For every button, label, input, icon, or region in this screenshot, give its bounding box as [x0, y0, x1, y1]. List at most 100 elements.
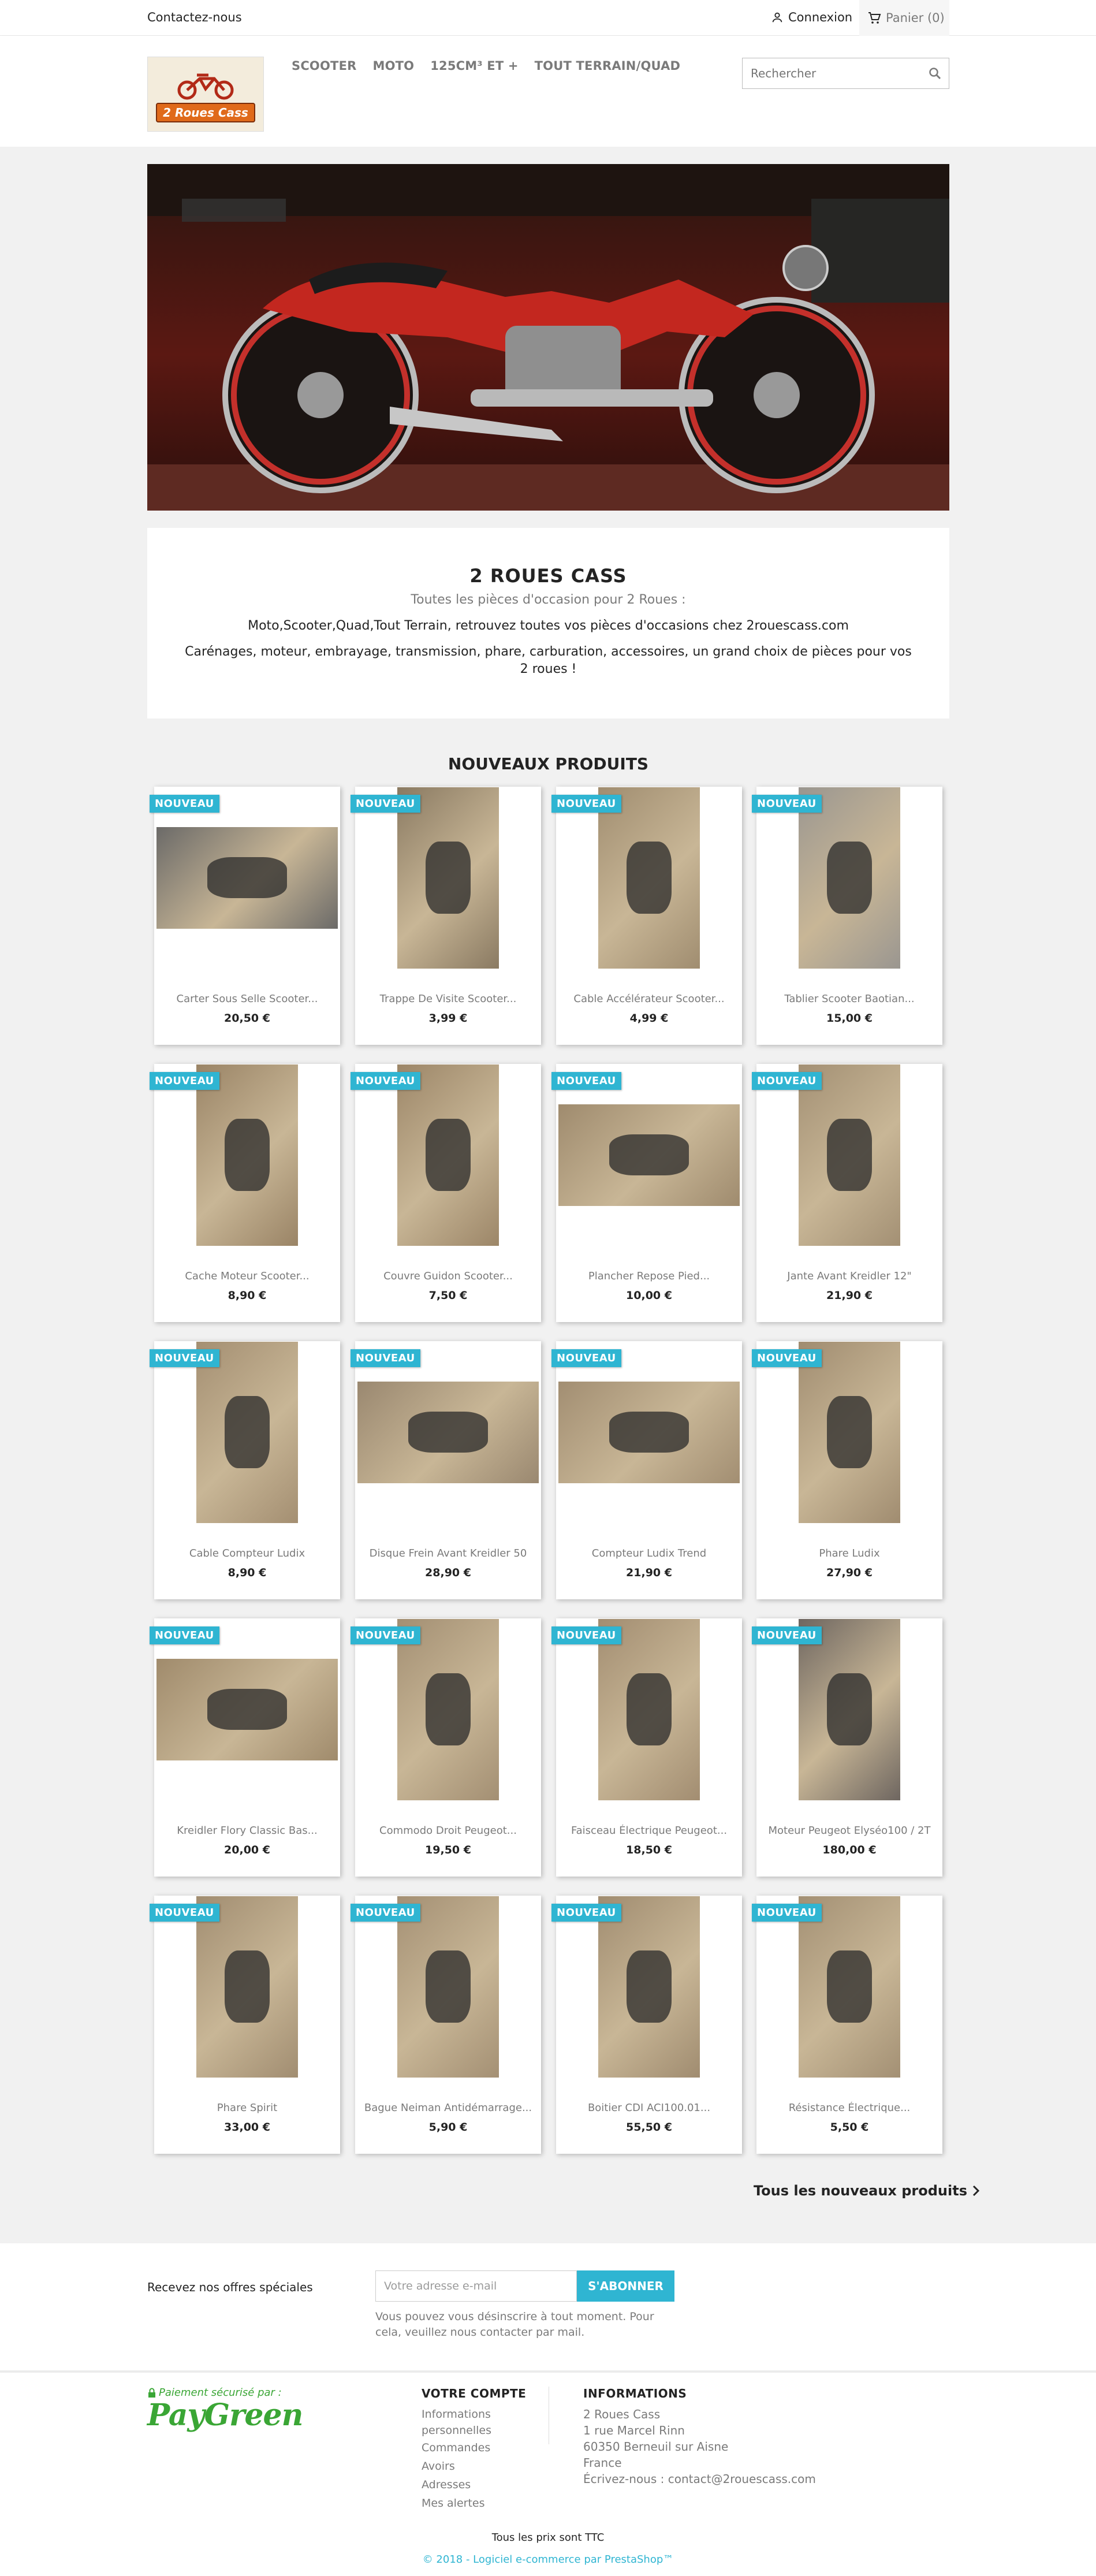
product-image[interactable]	[154, 1896, 340, 2078]
product-image[interactable]	[756, 787, 942, 969]
product-name[interactable]: Cable Compteur Ludix	[160, 1547, 334, 1559]
product-name[interactable]: Cable Accélérateur Scooter...	[562, 993, 736, 1005]
product-price: 33,00 €	[224, 2121, 270, 2134]
product-photo	[799, 1341, 900, 1523]
account-link-credits[interactable]: Avoirs	[422, 2457, 526, 2476]
intro-subtitle: Toutes les pièces d'occasion pour 2 Roue…	[411, 593, 686, 607]
info-title: INFORMATIONS	[583, 2387, 687, 2400]
product-card[interactable]: NOUVEAU Commodo Droit Peugeot... 19,50 €	[351, 1618, 541, 1877]
product-name[interactable]: Disque Frein Avant Kreidler 50	[361, 1547, 535, 1559]
site-logo[interactable]: 2 Roues Cass	[147, 57, 264, 132]
product-name[interactable]: Carter Sous Selle Scooter...	[160, 993, 334, 1005]
product-card[interactable]: NOUVEAU Kreidler Flory Classic Bas... 20,0…	[150, 1618, 340, 1877]
product-card[interactable]: NOUVEAU Phare Spirit 33,00 €	[150, 1896, 340, 2154]
product-price: 21,90 €	[826, 1289, 873, 1302]
subscribe-button[interactable]: S'ABONNER	[577, 2270, 674, 2302]
product-price: 21,90 €	[626, 1566, 672, 1579]
menu-item-125cm3[interactable]: 125CM³ ET +	[430, 59, 518, 73]
account-link-info[interactable]: Informations personnelles	[422, 2406, 514, 2439]
new-badge: NOUVEAU	[551, 1626, 621, 1644]
product-card[interactable]: NOUVEAU Cache Moteur Scooter... 8,90 €	[150, 1064, 340, 1322]
product-card[interactable]: NOUVEAU Bague Neiman Antidémarrage... 5,90…	[351, 1896, 541, 2154]
product-card[interactable]: NOUVEAU Couvre Guidon Scooter... 7,50 €	[351, 1064, 541, 1322]
product-card[interactable]: NOUVEAU Carter Sous Selle Scooter... 20,50…	[150, 787, 340, 1045]
product-image[interactable]	[355, 1618, 541, 1800]
product-image[interactable]	[556, 1064, 742, 1246]
product-price: 3,99 €	[428, 1012, 468, 1025]
product-name[interactable]: Phare Ludix	[762, 1547, 937, 1559]
banner-image[interactable]	[147, 164, 949, 511]
product-name[interactable]: Bague Neiman Antidémarrage...	[361, 2102, 535, 2114]
product-price: 8,90 €	[228, 1566, 267, 1579]
product-card[interactable]: NOUVEAU Phare Ludix 27,90 €	[752, 1341, 942, 1599]
product-photo	[156, 1658, 338, 1760]
product-image[interactable]	[556, 787, 742, 969]
account-link-alerts[interactable]: Mes alertes	[422, 2494, 526, 2512]
product-image[interactable]	[556, 1618, 742, 1800]
search-input[interactable]	[743, 58, 916, 88]
product-card[interactable]: NOUVEAU Faisceau Électrique Peugeot... 18,…	[551, 1618, 742, 1877]
product-card[interactable]: NOUVEAU Moteur Peugeot Elyséo100 / 2T 180,…	[752, 1618, 942, 1877]
product-image[interactable]	[154, 787, 340, 969]
newsletter-email-input[interactable]: Votre adresse e-mail	[375, 2270, 577, 2302]
product-card[interactable]: NOUVEAU Boitier CDI ACI100.01... 55,50 €	[551, 1896, 742, 2154]
account-link-addresses[interactable]: Adresses	[422, 2476, 526, 2494]
product-image[interactable]	[355, 1896, 541, 2078]
product-card[interactable]: NOUVEAU Résistance Électrique... 5,50 €	[752, 1896, 942, 2154]
product-image[interactable]	[355, 1064, 541, 1246]
product-name[interactable]: Commodo Droit Peugeot...	[361, 1825, 535, 1837]
product-card[interactable]: NOUVEAU Plancher Repose Pied... 10,00 €	[551, 1064, 742, 1322]
product-image[interactable]	[154, 1618, 340, 1800]
new-badge: NOUVEAU	[351, 795, 420, 813]
contact-link[interactable]: Contactez-nous	[147, 10, 242, 24]
product-name[interactable]: Jante Avant Kreidler 12"	[762, 1270, 937, 1282]
product-image[interactable]	[154, 1064, 340, 1246]
product-name[interactable]: Compteur Ludix Trend	[562, 1547, 736, 1559]
new-badge: NOUVEAU	[551, 1904, 621, 1922]
product-card[interactable]: NOUVEAU Trappe De Visite Scooter... 3,99 €	[351, 787, 541, 1045]
product-name[interactable]: Boitier CDI ACI100.01...	[562, 2102, 736, 2114]
product-name[interactable]: Phare Spirit	[160, 2102, 334, 2114]
search-icon[interactable]	[928, 66, 942, 80]
store-email[interactable]: Écrivez-nous : contact@2rouescass.com	[583, 2471, 816, 2487]
product-card[interactable]: NOUVEAU Cable Compteur Ludix 8,90 €	[150, 1341, 340, 1599]
motorcycle-logo-icon	[177, 73, 234, 100]
product-image[interactable]	[355, 1341, 541, 1523]
product-card[interactable]: NOUVEAU Cable Accélérateur Scooter... 4,99…	[551, 787, 742, 1045]
menu-item-tout-terrain[interactable]: TOUT TERRAIN/QUAD	[535, 59, 681, 73]
product-card[interactable]: NOUVEAU Tablier Scooter Baotian... 15,00 €	[752, 787, 942, 1045]
menu-item-scooter[interactable]: SCOOTER	[292, 59, 356, 73]
account-column: VOTRE COMPTE Informations personnelles C…	[422, 2387, 526, 2512]
product-card[interactable]: NOUVEAU Disque Frein Avant Kreidler 50 28,…	[351, 1341, 541, 1599]
product-name[interactable]: Cache Moteur Scooter...	[160, 1270, 334, 1282]
product-name[interactable]: Couvre Guidon Scooter...	[361, 1270, 535, 1282]
product-image[interactable]	[756, 1618, 942, 1800]
store-info: 2 Roues Cass 1 rue Marcel Rinn 60350 Ber…	[583, 2406, 816, 2487]
product-image[interactable]	[756, 1896, 942, 2078]
product-name[interactable]: Kreidler Flory Classic Bas...	[160, 1825, 334, 1837]
cart-button[interactable]: Panier (0)	[859, 0, 949, 36]
product-image[interactable]	[154, 1341, 340, 1523]
product-name[interactable]: Trappe De Visite Scooter...	[361, 993, 535, 1005]
copyright-link[interactable]: © 2018 - Logiciel e-commerce par PrestaS…	[0, 2553, 1096, 2566]
product-name[interactable]: Moteur Peugeot Elyséo100 / 2T	[762, 1825, 937, 1837]
site-footer: Paiement sécurisé par : PayGreen VOTRE C…	[0, 2373, 1096, 2576]
login-link[interactable]: Connexion	[771, 10, 852, 24]
product-image[interactable]	[756, 1064, 942, 1246]
new-badge: NOUVEAU	[351, 1904, 420, 1922]
product-image[interactable]	[355, 787, 541, 969]
product-name[interactable]: Résistance Électrique...	[762, 2102, 937, 2114]
menu-item-moto[interactable]: MOTO	[372, 59, 414, 73]
account-link-orders[interactable]: Commandes	[422, 2439, 526, 2457]
product-image[interactable]	[556, 1341, 742, 1523]
product-card[interactable]: NOUVEAU Compteur Ludix Trend 21,90 €	[551, 1341, 742, 1599]
product-image[interactable]	[756, 1341, 942, 1523]
product-card[interactable]: NOUVEAU Jante Avant Kreidler 12" 21,90 €	[752, 1064, 942, 1322]
product-image[interactable]	[556, 1896, 742, 2078]
new-badge: NOUVEAU	[551, 795, 621, 813]
product-photo	[196, 1064, 298, 1246]
product-name[interactable]: Faisceau Électrique Peugeot...	[562, 1825, 736, 1837]
all-new-products-link[interactable]: Tous les nouveaux produits	[754, 2183, 980, 2199]
product-name[interactable]: Tablier Scooter Baotian...	[762, 993, 937, 1005]
product-name[interactable]: Plancher Repose Pied...	[562, 1270, 736, 1282]
